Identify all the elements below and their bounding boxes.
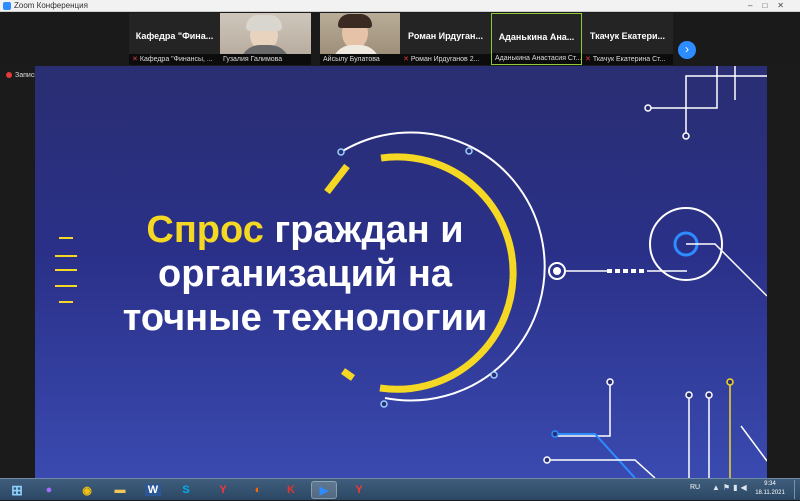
participant-footer: Гузалия Галимова — [220, 54, 311, 65]
word-icon[interactable]: W — [140, 481, 166, 499]
windows-start-icon[interactable]: ⊞ — [4, 481, 30, 499]
participant-footer: Айсылу Булатова — [320, 54, 411, 65]
circuit-line — [685, 75, 767, 136]
participant-tile[interactable]: Кафедра "Фина... ✕ Кафедра "Финансы, ... — [129, 13, 220, 65]
circuit-node — [644, 104, 652, 112]
circuit-node — [543, 456, 551, 464]
circuit-node — [606, 378, 614, 386]
yandex-icon[interactable]: Y — [346, 481, 372, 499]
circuit-line-blue — [555, 433, 636, 478]
slide-title-accent: Спрос — [146, 209, 264, 251]
yellow-arc — [340, 368, 356, 381]
circuit-line — [740, 425, 767, 462]
shared-screen-slide: Спрос граждан и организаций на точные те… — [35, 66, 767, 478]
participant-tile[interactable]: Гузалия Галимова — [220, 13, 311, 65]
participant-footer: ✕ Роман Ирдуганов 2... — [400, 54, 491, 65]
circuit-line — [555, 382, 611, 437]
skype-icon[interactable]: S — [173, 481, 199, 499]
zoom-app-icon — [3, 2, 11, 10]
show-desktop-button[interactable] — [794, 480, 800, 499]
mic-muted-icon: ✕ — [403, 56, 409, 63]
window-title: Zoom Конференция — [14, 1, 88, 10]
participant-name: Роман Ирдуган... — [408, 31, 483, 41]
yandex-browser-icon[interactable]: Y — [210, 481, 236, 499]
clock-time: 9:34 — [764, 481, 776, 487]
clock-date: 18.11.2021 — [755, 490, 785, 496]
zoom-icon[interactable]: ▶ — [311, 481, 337, 499]
window-controls[interactable]: –□✕ — [748, 0, 794, 12]
mic-muted-icon: ✕ — [585, 56, 591, 63]
language-indicator[interactable]: RU — [690, 484, 700, 491]
participant-video — [220, 13, 311, 54]
ring-node — [465, 147, 473, 155]
circuit-node — [685, 391, 693, 399]
participant-name: Кафедра "Фина... — [135, 31, 214, 41]
windows-taskbar: ⊞ ● ◉ ▬ W S Y ◐ K ▶ Y RU ▲⚑▮◀ 9:34 18.11… — [0, 478, 800, 500]
circuit-node — [682, 132, 690, 140]
yellow-arc — [324, 163, 350, 195]
tray-icons[interactable]: ▲⚑▮◀ — [712, 483, 750, 492]
circuit-node — [726, 378, 734, 386]
connector-node — [553, 267, 561, 275]
participant-tile[interactable]: Роман Ирдуган... ✕ Роман Ирдуганов 2... — [400, 13, 491, 65]
ring-node — [380, 400, 388, 408]
kaspersky-icon[interactable]: K — [278, 481, 304, 499]
participant-tile-active-speaker[interactable]: Аданькина Ана... Аданькина Анастасия Ст.… — [491, 13, 582, 65]
circuit-node — [705, 391, 713, 399]
folder-icon[interactable]: ▬ — [107, 481, 133, 499]
yellow-dashes — [55, 237, 77, 303]
record-icon — [6, 72, 12, 79]
participant-name: Аданькина Ана... — [498, 32, 575, 42]
alice-icon[interactable]: ● — [36, 481, 62, 499]
chrome-icon[interactable]: ◉ — [74, 481, 100, 499]
media-icon[interactable]: ◐ — [245, 481, 271, 499]
window-titlebar: Zoom Конференция –□✕ — [0, 0, 800, 12]
ring-node — [490, 371, 498, 379]
circuit-line — [648, 66, 718, 109]
participant-name: Ткачук Екатери... — [589, 31, 666, 41]
participant-video — [320, 13, 411, 54]
participants-strip: Кафедра "Фина... ✕ Кафедра "Финансы, ... … — [0, 12, 800, 66]
recording-indicator[interactable]: Запись — [6, 71, 38, 81]
chevron-right-icon[interactable]: › — [678, 41, 696, 59]
mic-muted-icon: ✕ — [132, 56, 138, 63]
ring-node — [337, 148, 345, 156]
circuit-node — [551, 430, 559, 438]
slide-title: Спрос граждан и организаций на точные те… — [85, 208, 525, 340]
participant-footer: Аданькина Анастасия Ст... — [492, 53, 581, 64]
participant-tile[interactable]: Айсылу Булатова — [320, 13, 411, 65]
participant-footer: ✕ Кафедра "Финансы, ... — [129, 54, 220, 65]
circuit-line — [686, 243, 767, 297]
participant-footer: ✕ Ткачук Екатерина Ст... — [582, 54, 673, 65]
circuit-line — [547, 459, 656, 478]
clock[interactable]: 9:34 18.11.2021 — [748, 480, 792, 498]
participant-tile[interactable]: Ткачук Екатери... ✕ Ткачук Екатерина Ст..… — [582, 13, 673, 65]
